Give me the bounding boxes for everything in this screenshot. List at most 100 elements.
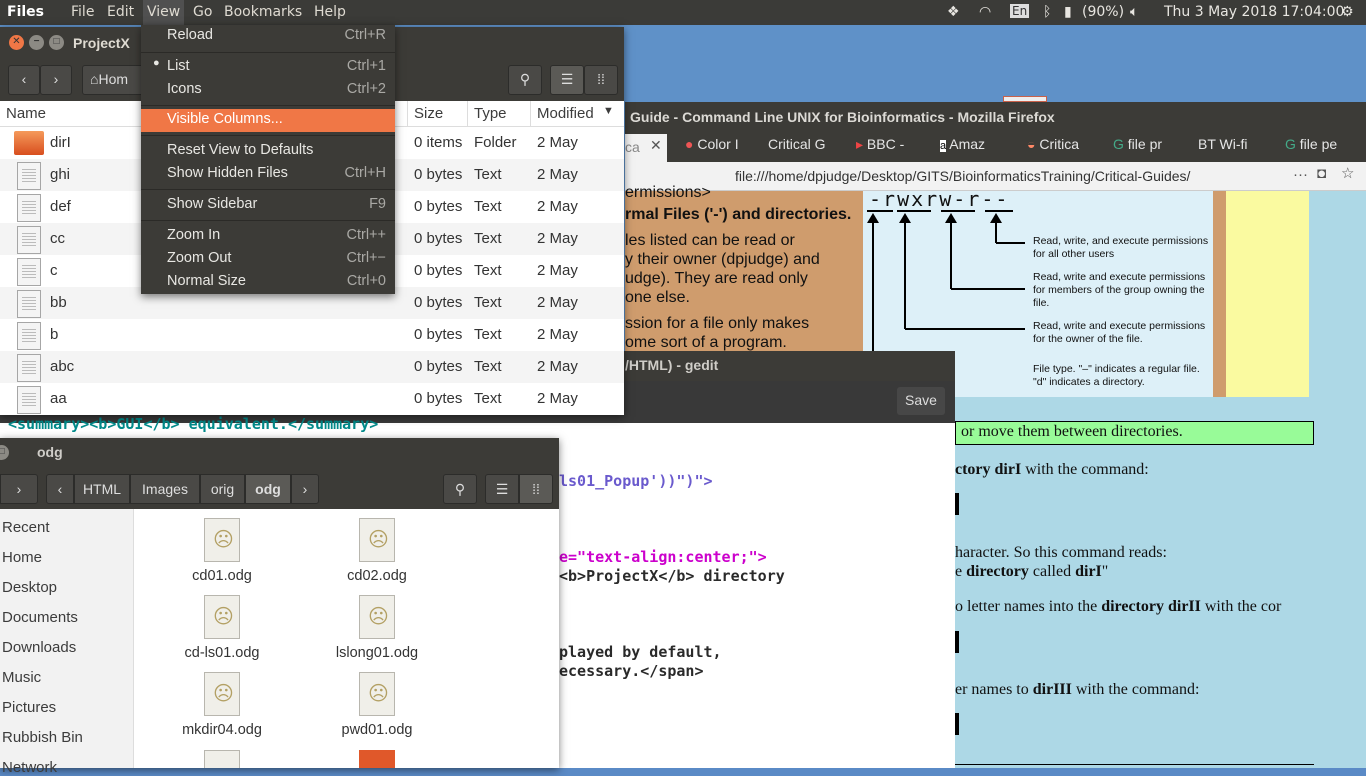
drawing-file-icon[interactable] [359,750,395,768]
forward-button[interactable]: › [40,65,72,95]
battery-icon[interactable]: ▮ [1064,4,1072,20]
battery-percent[interactable]: (90%) [1082,4,1124,20]
menu-item-icons[interactable]: Icons Ctrl+2 [141,79,395,102]
code-line[interactable]: ecessary.</span> [559,662,704,680]
save-button[interactable]: Save [897,387,945,415]
text-file-icon [17,354,41,382]
text-line: er names to dirIII with the command: [955,681,1200,698]
sidebar-item-music[interactable]: Music [2,669,41,686]
file-item[interactable]: lslong01.odg [322,595,432,661]
menu-bookmarks[interactable]: Bookmarks [224,4,302,20]
path-scroll-right[interactable]: › [291,474,319,504]
tab[interactable]: Critical G [768,136,836,158]
list-view-button[interactable]: ☰ [550,65,584,95]
type-column-header[interactable]: Type [467,101,507,127]
file-type: Text [474,358,502,375]
grid-icon: ⁞⁞ [597,71,605,87]
menu-item-normal-size[interactable]: Normal Size Ctrl+0 [141,271,395,294]
file-item[interactable]: cd01.odg [167,518,277,584]
search-button[interactable]: ⚲ [443,474,477,504]
drawing-file-icon [359,518,395,562]
path-scroll-left[interactable]: ‹ [46,474,74,504]
close-tab-icon[interactable]: ✕ [650,137,662,154]
list-view-button[interactable]: ☰ [485,474,519,504]
file-item[interactable]: cd-ls01.odg [167,595,277,661]
diagram-border [1226,191,1309,397]
file-size: 0 bytes [414,294,463,311]
file-item[interactable]: pwd01.odg [322,672,432,738]
tab[interactable]: ▸ BBC - [856,136,934,158]
tab[interactable]: G file pr [1113,136,1185,158]
file-row[interactable]: aa 0 bytes Text 2 May [0,383,624,415]
menu-go[interactable]: Go [193,4,212,20]
sidebar-item-documents[interactable]: Documents [2,609,78,626]
tab[interactable]: ◒ Critica [1027,136,1107,158]
tab[interactable]: a Amaz [940,136,1010,158]
bookmark-star-icon[interactable]: ☆ [1341,164,1354,182]
menu-view[interactable]: View [143,0,185,25]
path-segment[interactable]: Images [130,474,200,504]
menu-item-show-sidebar[interactable]: Show Sidebar F9 [141,194,395,217]
tab[interactable]: ● Color I [685,136,757,158]
tab[interactable]: G file pe [1285,136,1363,158]
permission-note: Read, write and execute permissions for … [1033,320,1206,345]
pocket-icon[interactable]: ◘ [1317,165,1326,182]
file-row[interactable]: abc 0 bytes Text 2 May [0,351,624,383]
code-line[interactable]: <b>ProjectX</b> directory [559,567,785,585]
menu-separator [141,135,395,136]
text-line: ome sort of a program. [625,334,787,351]
maximize-icon[interactable]: □ [49,35,64,50]
close-icon[interactable]: ✕ [9,35,24,50]
menu-item-visible-columns[interactable]: Visible Columns... [141,109,395,132]
more-icon[interactable]: ··· [1293,166,1308,183]
code-line[interactable]: <summary><b>GUI</b> equivalent.</summary… [8,415,378,433]
menu-help[interactable]: Help [314,4,346,20]
sidebar-item-home[interactable]: Home [2,549,42,566]
sidebar-item-pictures[interactable]: Pictures [2,699,56,716]
drawing-file-icon[interactable] [204,750,240,768]
menu-item-list[interactable]: ● List Ctrl+1 [141,56,395,79]
menu-item-show-hidden[interactable]: Show Hidden Files Ctrl+H [141,163,395,186]
sidebar-item-recent[interactable]: Recent [2,519,50,536]
menu-item-zoom-out[interactable]: Zoom Out Ctrl+− [141,248,395,271]
back-button[interactable]: ‹ [8,65,40,95]
name-column-header[interactable]: Name [6,105,46,122]
forward-button[interactable]: › [0,474,38,504]
grid-view-button[interactable]: ⁞⁞ [584,65,618,95]
menu-item-reload[interactable]: Reload Ctrl+R [141,25,395,48]
size-column-header[interactable]: Size [407,101,443,127]
menu-item-reset-view[interactable]: Reset View to Defaults [141,140,395,163]
sidebar-item-downloads[interactable]: Downloads [2,639,76,656]
file-row[interactable]: b 0 bytes Text 2 May [0,319,624,351]
file-item[interactable]: mkdir04.odg [167,672,277,738]
wifi-icon[interactable]: ◠ [979,4,991,20]
code-line[interactable]: played by default, [559,643,722,661]
google-icon: G [1113,136,1124,152]
tab[interactable]: BT Wi-fi [1198,136,1270,158]
sidebar-item-desktop[interactable]: Desktop [2,579,57,596]
code-line[interactable]: ls01_Popup'))")"> [559,472,713,490]
file-size: 0 bytes [414,358,463,375]
bluetooth-icon[interactable]: ᛒ [1043,4,1051,20]
file-item[interactable]: cd02.odg [322,518,432,584]
menu-edit[interactable]: Edit [107,4,134,20]
modified-column-header[interactable]: Modified [530,101,594,127]
search-button[interactable]: ⚲ [508,65,542,95]
minimize-icon[interactable]: − [29,35,44,50]
menu-file[interactable]: File [71,4,94,20]
dropbox-icon[interactable]: ❖ [947,4,960,20]
menu-item-zoom-in[interactable]: Zoom In Ctrl++ [141,225,395,248]
volume-icon[interactable]: 🔈︎ [1130,4,1138,20]
sidebar-item-rubbish-bin[interactable]: Rubbish Bin [2,729,83,746]
gear-icon[interactable]: ⚙ [1341,4,1354,20]
code-line[interactable]: e="text-align:center;"> [559,548,767,566]
path-segment[interactable]: orig [200,474,245,504]
keyboard-layout-indicator[interactable]: En [1010,4,1030,18]
path-segment-current[interactable]: odg [245,474,291,504]
path-segment[interactable]: HTML [74,474,130,504]
grid-view-button[interactable]: ⁞⁞ [519,474,553,504]
url-text[interactable]: file:///home/dpjudge/Desktop/GITS/Bioinf… [735,168,1190,184]
maximize-icon[interactable]: □ [0,445,9,460]
home-path-button[interactable]: ⌂Hom [82,65,144,95]
clock[interactable]: Thu 3 May 2018 17:04:00 [1164,4,1344,20]
